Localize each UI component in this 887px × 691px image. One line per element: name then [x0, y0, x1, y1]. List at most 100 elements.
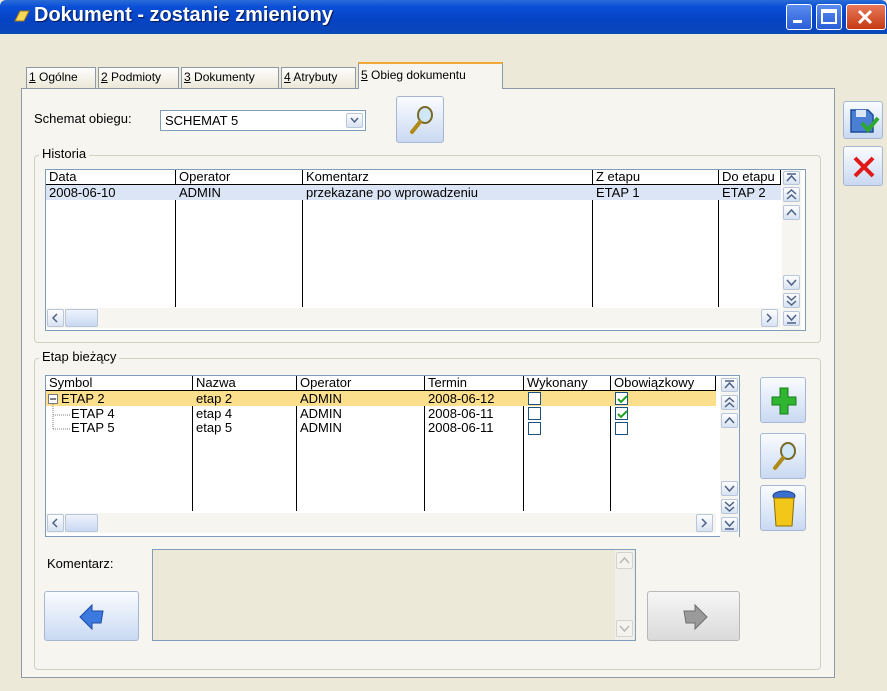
- column-header-symbol[interactable]: Symbol: [46, 376, 193, 391]
- historia-hscrollbar[interactable]: [46, 308, 781, 328]
- historia-cell-do-etapu: ETAP 2: [722, 186, 766, 200]
- scroll-bottom-icon[interactable]: [721, 517, 738, 532]
- scroll-up-icon[interactable]: [721, 413, 738, 428]
- scroll-left-icon[interactable]: [47, 309, 64, 327]
- column-header-z-etapu[interactable]: Z etapu: [593, 170, 719, 185]
- komentarz-vscrollbar[interactable]: [615, 550, 634, 640]
- page-down-icon[interactable]: [721, 499, 738, 514]
- title-bar[interactable]: Dokument - zostanie zmieniony: [0, 0, 887, 34]
- obowiazkowy-checkbox[interactable]: [615, 392, 628, 405]
- etap-cell-operator: ADMIN: [300, 392, 342, 406]
- tab-atrybuty[interactable]: 4 Atrybuty: [281, 67, 356, 88]
- scroll-top-icon[interactable]: [721, 378, 738, 392]
- schemat-label: Schemat obiegu:: [34, 111, 132, 126]
- etap-cell-symbol: ETAP 4: [71, 407, 115, 421]
- column-divider: [718, 185, 719, 307]
- historia-table[interactable]: Data Operator Komentarz Z etapu Do etapu…: [45, 169, 806, 331]
- scroll-right-icon[interactable]: [761, 309, 778, 327]
- column-header-komentarz[interactable]: Komentarz: [303, 170, 593, 185]
- column-divider: [610, 391, 611, 511]
- schemat-select[interactable]: SCHEMAT 5: [160, 110, 366, 131]
- schemat-value: SCHEMAT 5: [165, 113, 239, 128]
- cancel-icon: [852, 155, 876, 179]
- forward-button[interactable]: [647, 591, 740, 641]
- etap-table[interactable]: Symbol Nazwa Operator Termin Wykonany Ob…: [45, 375, 740, 537]
- etap-hscrollbar[interactable]: [46, 513, 716, 533]
- arrow-left-icon: [78, 603, 106, 631]
- wykonany-checkbox[interactable]: [528, 407, 541, 420]
- tab-ogolne[interactable]: 1 Ogólne: [26, 67, 96, 88]
- back-button[interactable]: [44, 591, 139, 641]
- tree-collapse-icon[interactable]: [48, 394, 58, 404]
- etap-cell-symbol: ETAP 2: [61, 392, 105, 406]
- column-header-do-etapu[interactable]: Do etapu: [719, 170, 781, 185]
- column-header-operator[interactable]: Operator: [176, 170, 303, 185]
- etap-cell-operator: ADMIN: [300, 421, 342, 435]
- edit-etap-button[interactable]: [760, 433, 806, 479]
- scroll-right-icon[interactable]: [696, 514, 713, 532]
- column-header-nazwa[interactable]: Nazwa: [193, 376, 297, 391]
- column-header-data[interactable]: Data: [46, 170, 176, 185]
- komentarz-textarea[interactable]: [152, 549, 636, 641]
- cancel-button[interactable]: [843, 146, 883, 186]
- page-up-icon[interactable]: [721, 395, 738, 410]
- column-divider: [302, 185, 303, 307]
- schemat-search-button[interactable]: [396, 96, 444, 143]
- tab-strip: 1 Ogólne 2 Podmioty 3 Dokumenty 4 Atrybu…: [20, 62, 520, 89]
- column-divider: [175, 185, 176, 307]
- etap-cell-nazwa: etap 4: [196, 407, 233, 421]
- historia-title: Historia: [39, 146, 90, 161]
- close-button[interactable]: [846, 4, 886, 30]
- scroll-up-icon[interactable]: [616, 552, 633, 569]
- column-header-wykonany[interactable]: Wykonany: [524, 376, 611, 391]
- wykonany-checkbox[interactable]: [528, 392, 541, 405]
- historia-vscrollbar[interactable]: [782, 170, 801, 330]
- etap-cell-nazwa: etap 5: [196, 421, 233, 435]
- etap-cell-symbol: ETAP 5: [71, 421, 115, 435]
- obowiazkowy-checkbox[interactable]: [615, 407, 628, 420]
- arrow-right-icon: [681, 603, 709, 631]
- etap-title: Etap bieżący: [39, 349, 120, 364]
- column-divider: [523, 391, 524, 511]
- etap-cell-termin: 2008-06-11: [428, 421, 494, 435]
- scroll-bottom-icon[interactable]: [783, 311, 800, 326]
- scroll-down-icon[interactable]: [616, 620, 633, 637]
- window-title: Dokument - zostanie zmieniony: [34, 4, 333, 26]
- document-icon: [14, 9, 30, 23]
- scroll-up-icon[interactable]: [783, 205, 800, 220]
- scroll-top-icon[interactable]: [783, 171, 800, 185]
- komentarz-label: Komentarz:: [47, 556, 114, 571]
- save-icon: [848, 106, 880, 136]
- scroll-down-icon[interactable]: [783, 275, 800, 290]
- chevron-down-icon[interactable]: [346, 113, 363, 128]
- etap-cell-nazwa: etap 2: [196, 392, 233, 406]
- historia-cell-data: 2008-06-10: [49, 186, 116, 200]
- checkmark-icon: [617, 410, 628, 419]
- delete-etap-button[interactable]: [760, 485, 806, 531]
- hscroll-thumb[interactable]: [65, 309, 98, 327]
- dialog-window: Dokument - zostanie zmieniony 1 Ogólne 2…: [0, 0, 887, 691]
- historia-cell-komentarz: przekazane po wprowadzeniu: [306, 186, 478, 200]
- page-down-icon[interactable]: [783, 293, 800, 308]
- magnifier-icon: [407, 105, 435, 135]
- page-up-icon[interactable]: [783, 187, 800, 202]
- wykonany-checkbox[interactable]: [528, 422, 541, 435]
- column-header-termin[interactable]: Termin: [425, 376, 524, 391]
- maximize-button[interactable]: [816, 4, 842, 30]
- scroll-down-icon[interactable]: [721, 481, 738, 496]
- minimize-button[interactable]: [786, 4, 812, 30]
- add-etap-button[interactable]: [760, 377, 806, 423]
- etap-cell-termin: 2008-06-12: [428, 392, 495, 406]
- scroll-left-icon[interactable]: [47, 514, 64, 532]
- magnifier-icon: [770, 441, 798, 471]
- trash-icon: [772, 490, 796, 528]
- tab-obieg-dokumentu[interactable]: 5 Obieg dokumentu: [358, 62, 503, 89]
- tab-podmioty[interactable]: 2 Podmioty: [98, 67, 179, 88]
- column-header-operator[interactable]: Operator: [297, 376, 425, 391]
- obowiazkowy-checkbox[interactable]: [615, 422, 628, 435]
- save-button[interactable]: [843, 101, 883, 139]
- tab-dokumenty[interactable]: 3 Dokumenty: [181, 67, 279, 88]
- etap-vscrollbar[interactable]: [720, 377, 739, 537]
- hscroll-thumb[interactable]: [65, 514, 98, 532]
- column-header-obowiazkowy[interactable]: Obowiązkowy: [611, 376, 716, 391]
